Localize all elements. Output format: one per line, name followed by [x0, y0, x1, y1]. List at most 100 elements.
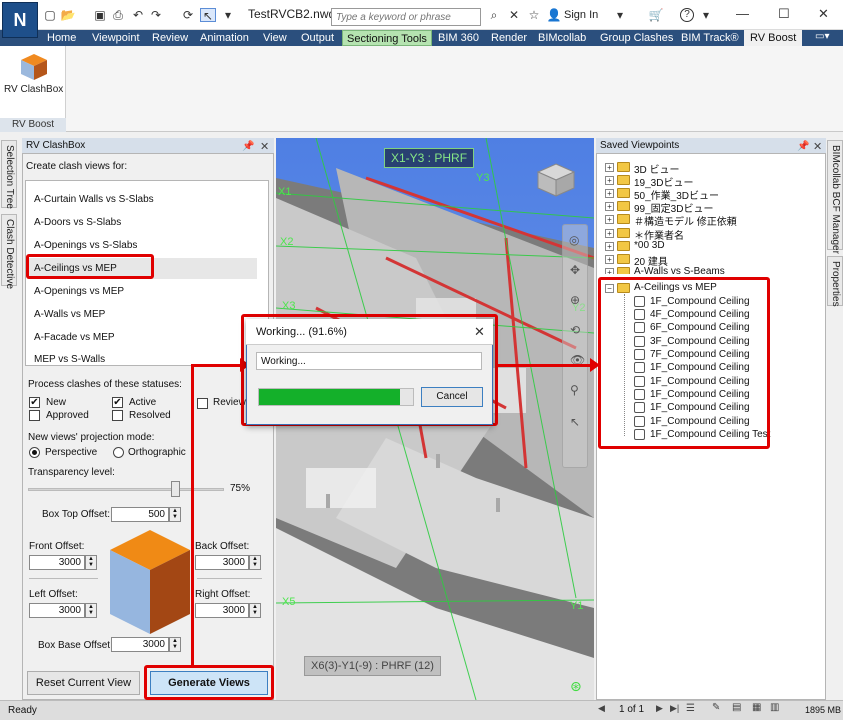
expand-icon[interactable]: + [605, 163, 614, 172]
front-offset-stepper[interactable]: ▲ ▼ [85, 555, 97, 570]
right-offset-input[interactable]: 3000 [195, 603, 249, 618]
application-menu-button[interactable]: N [2, 2, 38, 38]
transparency-slider-thumb[interactable] [171, 481, 180, 497]
walk-icon[interactable]: ⚲ [570, 383, 579, 397]
side-tab-bcf-manager[interactable]: BIMcollab BCF Manager [827, 140, 843, 254]
close-window-icon[interactable]: ✕ [818, 6, 829, 22]
list-item[interactable]: A-Openings vs MEP [34, 286, 124, 297]
tree-folder-row[interactable]: + A-Walls vs S-Beams [605, 266, 765, 274]
pin-icon[interactable]: 📌 [797, 141, 809, 152]
perspective-radio[interactable] [29, 447, 40, 458]
maximize-icon[interactable]: ☐ [778, 6, 790, 22]
tools-icon[interactable]: ✕ [506, 8, 522, 22]
next-page-icon[interactable]: ▶ [656, 703, 663, 714]
reset-current-view-button[interactable]: Reset Current View [27, 671, 140, 695]
tab-rv-boost[interactable]: RV Boost [744, 30, 803, 46]
back-offset-stepper[interactable]: ▲ ▼ [249, 555, 261, 570]
new-checkbox[interactable]: ✔ [29, 397, 40, 408]
expand-icon[interactable]: + [605, 215, 614, 224]
list-item[interactable]: A-Openings vs S-Slabs [34, 240, 137, 251]
sign-in-dropdown-icon[interactable]: ▾ [612, 8, 628, 22]
highlight-created-viewpoints [598, 277, 770, 449]
minimize-icon[interactable]: — [736, 6, 749, 21]
box-top-offset-input[interactable]: 500 [111, 507, 169, 522]
panel-close-icon[interactable]: ✕ [813, 140, 822, 153]
zoom-icon[interactable]: ⊕ [570, 293, 580, 307]
panel-close-icon[interactable]: ✕ [260, 140, 269, 153]
expand-icon[interactable]: + [605, 242, 614, 251]
cart-icon[interactable]: 🛒 [648, 8, 664, 22]
undo-icon[interactable]: ↶ [130, 8, 146, 22]
tab-bimcollab[interactable]: BIMcollab [536, 30, 588, 46]
back-offset-input[interactable]: 3000 [195, 555, 249, 570]
tab-view[interactable]: View [261, 30, 289, 46]
box-top-offset-stepper[interactable]: ▲ ▼ [169, 507, 181, 522]
side-tab-clash-detective[interactable]: Clash Detective [1, 214, 17, 289]
list-item[interactable]: MEP vs S-Walls [34, 354, 105, 365]
open-file-icon[interactable]: 📂 [60, 8, 76, 22]
ribbon-options-icon[interactable]: ▭▾ [815, 31, 829, 42]
tab-animation[interactable]: Animation [198, 30, 251, 46]
rv-clashbox-button-label[interactable]: RV ClashBox [4, 84, 63, 95]
cancel-button[interactable]: Cancel [421, 387, 483, 407]
side-tab-selection-tree[interactable]: Selection Tree [1, 140, 17, 209]
expand-icon[interactable]: + [605, 255, 614, 264]
front-offset-input[interactable]: 3000 [29, 555, 85, 570]
help-icon[interactable]: ? [680, 8, 694, 22]
tab-bim-360[interactable]: BIM 360 [436, 30, 481, 46]
left-offset-input[interactable]: 3000 [29, 603, 85, 618]
select-tool-icon[interactable]: ↖ [570, 415, 580, 429]
steering-wheel-icon[interactable]: ◎ [569, 233, 579, 247]
last-page-icon[interactable]: ▶| [670, 703, 679, 714]
tab-bim-track[interactable]: BIM Track® [679, 30, 741, 46]
transparency-slider-track[interactable] [28, 488, 224, 491]
reviewed-checkbox[interactable] [197, 398, 208, 409]
tab-render[interactable]: Render [489, 30, 529, 46]
side-tab-properties[interactable]: Properties [827, 256, 843, 307]
print-icon[interactable]: ⎙ [110, 8, 126, 22]
sign-in-link[interactable]: Sign In [564, 9, 598, 21]
expand-icon[interactable]: + [605, 176, 614, 185]
save-icon[interactable]: ▣ [92, 8, 108, 22]
resolved-checkbox[interactable] [112, 410, 123, 421]
select-arrow-icon[interactable]: ↖ [200, 8, 216, 23]
left-offset-stepper[interactable]: ▲ ▼ [85, 603, 97, 618]
sheet-browser-icon[interactable]: ☰ [686, 703, 695, 714]
box-base-offset-input[interactable]: 3000 [111, 637, 169, 652]
list-item[interactable]: A-Facade vs MEP [34, 332, 115, 343]
list-item[interactable]: A-Curtain Walls vs S-Slabs [34, 194, 154, 205]
active-checkbox[interactable]: ✔ [112, 397, 123, 408]
right-offset-stepper[interactable]: ▲ ▼ [249, 603, 261, 618]
dialog-close-icon[interactable]: ✕ [474, 324, 485, 340]
redo-icon[interactable]: ↷ [148, 8, 164, 22]
pin-icon[interactable]: 📌 [242, 141, 254, 152]
approved-checkbox[interactable] [29, 410, 40, 421]
tab-group-clashes[interactable]: Group Clashes [598, 30, 675, 46]
list-item[interactable]: A-Walls vs MEP [34, 309, 105, 320]
box-base-offset-stepper[interactable]: ▲ ▼ [169, 637, 181, 652]
first-page-icon[interactable]: ◀ [598, 703, 605, 714]
quick-access-dropdown-icon[interactable]: ▾ [220, 8, 236, 22]
help-search-input[interactable] [331, 8, 481, 26]
tab-viewpoint[interactable]: Viewpoint [90, 30, 142, 46]
viewcube-icon[interactable] [536, 162, 576, 198]
binoculars-icon[interactable]: ⌕ [486, 8, 502, 22]
rv-clashbox-button[interactable] [18, 52, 50, 82]
expand-icon[interactable]: + [605, 202, 614, 211]
help-dropdown-icon[interactable]: ▾ [698, 8, 714, 22]
new-file-icon[interactable]: ▢ [42, 8, 58, 22]
orthographic-radio[interactable] [113, 447, 124, 458]
expand-icon[interactable]: + [605, 268, 614, 274]
tab-review[interactable]: Review [150, 30, 190, 46]
tab-sectioning-tools[interactable]: Sectioning Tools [342, 30, 432, 46]
tab-home[interactable]: Home [45, 30, 78, 46]
user-icon[interactable]: 👤 [546, 8, 562, 22]
expand-icon[interactable]: + [605, 229, 614, 238]
expand-icon[interactable]: + [605, 189, 614, 198]
tab-output[interactable]: Output [299, 30, 336, 46]
list-item[interactable]: A-Doors vs S-Slabs [34, 217, 121, 228]
orbit-icon[interactable]: ⟲ [570, 323, 580, 337]
pan-icon[interactable]: ✥ [570, 263, 580, 277]
favorites-star-icon[interactable]: ☆ [526, 8, 542, 22]
refresh-icon[interactable]: ⟳ [180, 8, 196, 22]
